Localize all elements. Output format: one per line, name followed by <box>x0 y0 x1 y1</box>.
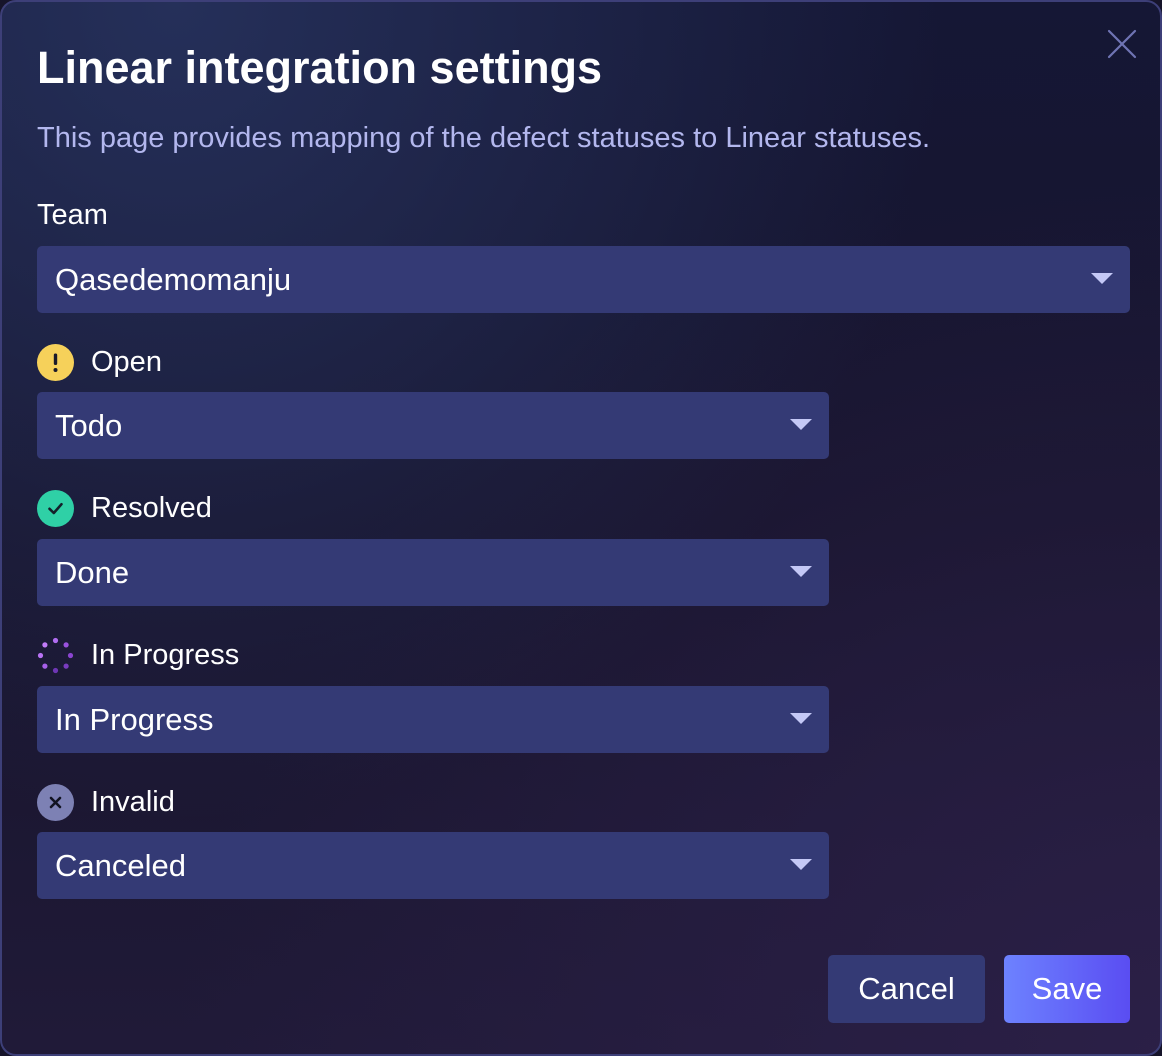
save-button[interactable]: Save <box>1004 955 1130 1023</box>
status-label-in-progress: In Progress <box>37 635 239 675</box>
status-label-open: Open <box>37 342 162 382</box>
invalid-status-select[interactable]: Canceled <box>37 832 829 899</box>
team-label-text: Team <box>37 199 108 231</box>
status-label-text: Resolved <box>91 492 212 524</box>
status-label-text: In Progress <box>91 639 240 671</box>
status-label-text: Invalid <box>91 786 175 818</box>
linear-settings-dialog: Linear integration settings This page pr… <box>0 0 1162 1056</box>
in-progress-status-select[interactable]: In Progress <box>37 686 829 753</box>
resolved-select-value: Done <box>55 554 130 590</box>
in-progress-select-value: In Progress <box>55 701 214 737</box>
invalid-select-value: Canceled <box>55 847 186 883</box>
close-icon <box>1107 29 1137 59</box>
open-select-value: Todo <box>55 407 123 443</box>
team-select[interactable]: Qasedemomanju <box>37 246 1130 313</box>
close-button[interactable] <box>1104 26 1140 62</box>
team-select-value: Qasedemomanju <box>55 261 292 297</box>
status-label-text: Open <box>91 346 162 378</box>
chevron-down-icon <box>790 419 812 430</box>
open-status-select[interactable]: Todo <box>37 392 829 459</box>
chevron-down-icon <box>790 566 812 577</box>
dotted-spinner-icon <box>37 637 74 674</box>
chevron-down-icon <box>1091 273 1113 284</box>
chevron-down-icon <box>790 713 812 724</box>
check-circle-icon <box>37 489 74 527</box>
status-label-invalid: Invalid <box>37 782 175 822</box>
exclamation-circle-icon <box>37 343 74 381</box>
dialog-title: Linear integration settings <box>37 42 603 93</box>
resolved-status-select[interactable]: Done <box>37 539 829 606</box>
cancel-button[interactable]: Cancel <box>828 955 985 1023</box>
dialog-subtitle: This page provides mapping of the defect… <box>37 122 931 154</box>
status-label-resolved: Resolved <box>37 488 212 528</box>
x-circle-icon <box>37 783 74 821</box>
team-label: Team <box>37 195 108 235</box>
chevron-down-icon <box>790 859 812 870</box>
